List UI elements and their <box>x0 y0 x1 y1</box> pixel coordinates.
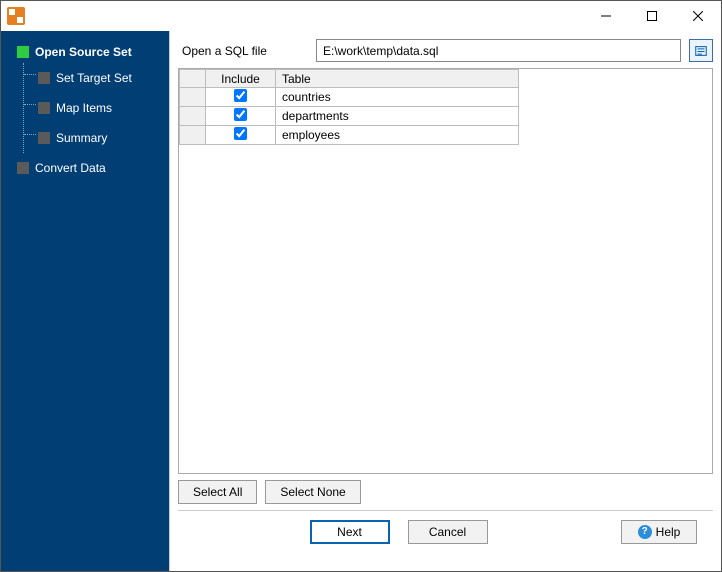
table-name-cell[interactable]: employees <box>276 126 519 145</box>
step-box-icon <box>17 46 29 58</box>
step-label: Open Source Set <box>35 45 132 59</box>
step-label: Set Target Set <box>56 71 132 85</box>
step-convert-data[interactable]: Convert Data <box>17 157 169 179</box>
maximize-button[interactable] <box>629 1 675 31</box>
select-all-button[interactable]: Select All <box>178 480 257 504</box>
footer-buttons: Next Cancel ? Help <box>178 510 713 552</box>
main-panel: Open a SQL file Includ <box>169 31 721 571</box>
file-path-input[interactable] <box>316 39 681 62</box>
file-row: Open a SQL file <box>178 39 713 62</box>
open-file-icon <box>694 44 708 58</box>
next-button[interactable]: Next <box>310 520 390 544</box>
table-name-cell[interactable]: countries <box>276 88 519 107</box>
table-row[interactable]: countries <box>180 88 519 107</box>
table-name-cell[interactable]: departments <box>276 107 519 126</box>
minimize-button[interactable] <box>583 1 629 31</box>
cancel-button[interactable]: Cancel <box>408 520 488 544</box>
row-header-cell <box>180 126 206 145</box>
include-checkbox[interactable] <box>234 108 247 121</box>
step-box-icon <box>17 162 29 174</box>
close-button[interactable] <box>675 1 721 31</box>
step-box-icon <box>38 102 50 114</box>
include-cell[interactable] <box>206 126 276 145</box>
include-checkbox[interactable] <box>234 89 247 102</box>
row-header-col <box>180 70 206 88</box>
step-label: Map Items <box>56 101 112 115</box>
tables-grid[interactable]: Include Table countriesdepartmentsemploy… <box>178 68 713 474</box>
row-header-cell <box>180 107 206 126</box>
step-summary[interactable]: Summary <box>38 123 169 153</box>
browse-button[interactable] <box>689 39 713 62</box>
col-include-header[interactable]: Include <box>206 70 276 88</box>
titlebar <box>1 1 721 31</box>
row-header-cell <box>180 88 206 107</box>
file-label: Open a SQL file <box>178 44 308 58</box>
col-table-header[interactable]: Table <box>276 70 519 88</box>
include-checkbox[interactable] <box>234 127 247 140</box>
window-controls <box>583 1 721 31</box>
table-row[interactable]: departments <box>180 107 519 126</box>
step-label: Convert Data <box>35 161 106 175</box>
step-set-target-set[interactable]: Set Target Set <box>38 63 169 93</box>
step-box-icon <box>38 72 50 84</box>
wizard-window: Open Source Set Set Target Set <box>0 0 722 572</box>
step-open-source-set[interactable]: Open Source Set <box>17 41 169 63</box>
selection-row: Select All Select None <box>178 480 713 504</box>
select-none-button[interactable]: Select None <box>265 480 360 504</box>
help-icon: ? <box>638 525 652 539</box>
step-box-icon <box>38 132 50 144</box>
wizard-sidebar: Open Source Set Set Target Set <box>1 31 169 571</box>
body: Open Source Set Set Target Set <box>1 31 721 571</box>
help-label: Help <box>656 525 681 539</box>
table-row[interactable]: employees <box>180 126 519 145</box>
step-tree: Open Source Set Set Target Set <box>9 41 169 179</box>
include-cell[interactable] <box>206 107 276 126</box>
help-button[interactable]: ? Help <box>621 520 697 544</box>
step-map-items[interactable]: Map Items <box>38 93 169 123</box>
app-icon <box>7 7 25 25</box>
include-cell[interactable] <box>206 88 276 107</box>
step-label: Summary <box>56 131 107 145</box>
